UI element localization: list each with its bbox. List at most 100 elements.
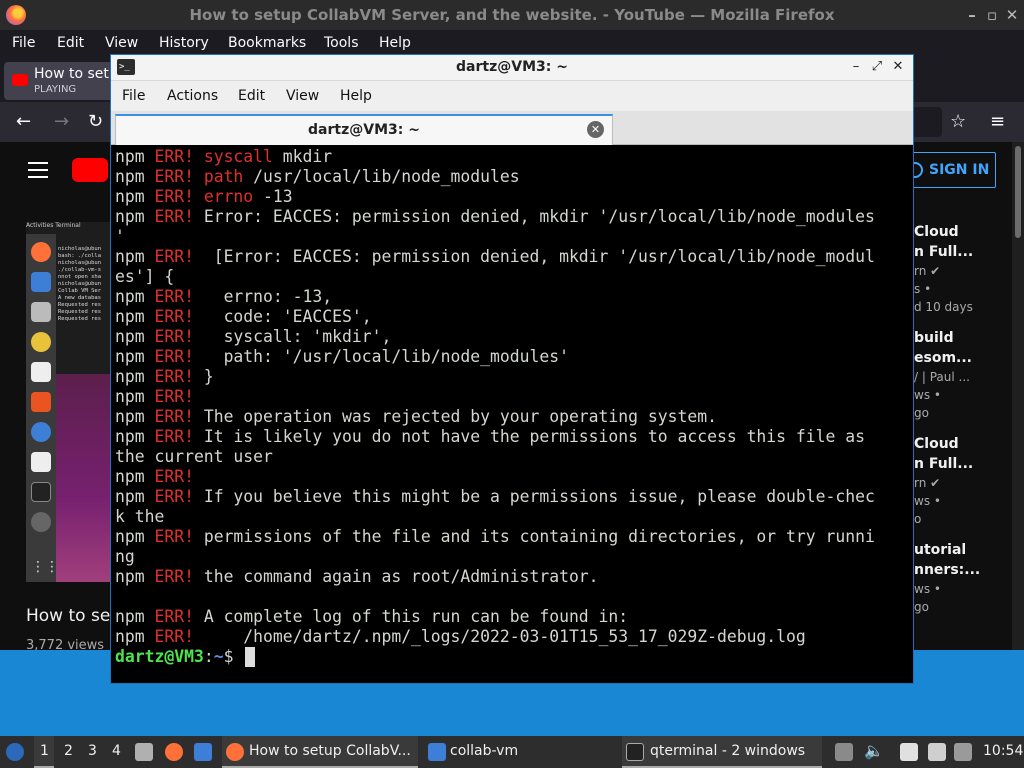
qterminal-tabbar: dartz@VM3: ~ ✕ — [111, 111, 913, 145]
terminal-line: npm ERR! code: 'EACCES', — [115, 307, 372, 326]
scrollbar-thumb[interactable] — [1015, 146, 1021, 238]
terminal-line: npm ERR! — [115, 387, 194, 406]
terminal-icon — [31, 482, 51, 502]
terminal-line: npm ERR! the command again as root/Admin… — [115, 567, 599, 586]
minimize-icon[interactable]: – — [962, 5, 982, 25]
recommended-video[interactable]: Cloud n Full... rn ✔ s • d 10 days — [914, 222, 973, 316]
tab-title: How to setu — [34, 66, 118, 82]
recommended-video[interactable]: Cloud n Full... rn ✔ ws • o — [914, 434, 973, 528]
workspace-2[interactable]: 2 — [64, 743, 73, 759]
updates-icon[interactable] — [954, 743, 972, 761]
forward-icon[interactable]: → — [54, 111, 69, 132]
terminal-line: npm ERR! If you believe this might be a … — [115, 487, 875, 506]
player-ubuntu-dock: ⋮⋮ — [26, 234, 59, 582]
sign-in-button[interactable]: SIGN IN — [900, 152, 996, 188]
file-manager-icon[interactable] — [135, 743, 153, 761]
clipboard-icon[interactable] — [835, 743, 853, 761]
firefox-launcher-icon[interactable] — [165, 743, 183, 761]
terminal-line: ' — [115, 227, 125, 246]
maximize-icon[interactable]: ▫ — [982, 5, 1002, 25]
workspace-4[interactable]: 4 — [112, 743, 121, 759]
firefox-icon — [31, 242, 51, 262]
qterminal-menubar: File Actions Edit View Help — [111, 81, 913, 111]
terminal-line: k the — [115, 507, 165, 526]
writer-icon — [31, 362, 51, 382]
terminal-line: npm ERR! syscall mkdir — [115, 147, 333, 166]
volume-icon[interactable]: 🔈 — [864, 741, 884, 760]
terminal-line: ng — [115, 547, 135, 566]
terminal-line: the current user — [115, 447, 273, 466]
player-wallpaper — [56, 374, 112, 582]
qterminal-window: >_ dartz@VM3: ~ – ⤢ ✕ File Actions Edit … — [110, 54, 914, 684]
close-icon[interactable]: ✕ — [1002, 5, 1022, 25]
recommended-video[interactable]: build esom... / | Paul ... ws • go — [914, 328, 972, 422]
menu-help[interactable]: Help — [379, 35, 411, 51]
terminal-line: npm ERR! errno: -13, — [115, 287, 333, 306]
menu-bookmarks[interactable]: Bookmarks — [228, 35, 306, 51]
tab-playing-status: PLAYING — [34, 84, 77, 95]
terminal-line: npm ERR! path: '/usr/local/lib/node_modu… — [115, 347, 569, 366]
workspace-3[interactable]: 3 — [88, 743, 97, 759]
menu-edit[interactable]: Edit — [238, 88, 265, 104]
start-menu-icon[interactable] — [6, 743, 24, 761]
task-firefox[interactable]: How to setup CollabV... — [222, 736, 418, 768]
page-scrollbar[interactable] — [1012, 142, 1024, 650]
menu-file[interactable]: File — [122, 88, 145, 104]
clock[interactable]: 10:54 — [983, 743, 1023, 759]
url-bar[interactable] — [912, 107, 942, 137]
close-tab-icon[interactable]: ✕ — [587, 121, 604, 138]
maximize-icon[interactable]: ⤢ — [868, 58, 886, 76]
menu-view[interactable]: View — [286, 88, 319, 104]
folder-icon — [428, 743, 446, 761]
shell-prompt: dartz@VM3:~$ — [115, 647, 244, 666]
menu-history[interactable]: History — [159, 35, 209, 51]
terminal-line: npm ERR! } — [115, 367, 214, 386]
youtube-logo-icon[interactable] — [72, 158, 108, 182]
network-icon[interactable] — [928, 743, 946, 761]
terminal-icon — [626, 743, 644, 761]
terminal-output[interactable]: npm ERR! syscall mkdir npm ERR! path /usr… — [111, 145, 913, 683]
menu-help[interactable]: Help — [340, 88, 372, 104]
notes-icon[interactable] — [900, 743, 918, 761]
menu-edit[interactable]: Edit — [57, 35, 84, 51]
terminal-line: npm ERR! Error: EACCES: permission denie… — [115, 207, 875, 226]
reload-icon[interactable]: ↻ — [88, 111, 103, 132]
workspace-1[interactable]: 1 — [34, 736, 54, 768]
amazon-icon — [31, 452, 51, 472]
show-desktop-icon[interactable] — [194, 743, 212, 761]
taskbar: 1 2 3 4 How to setup CollabV... collab-v… — [0, 736, 1024, 768]
hamburger-menu-icon[interactable]: ≡ — [990, 111, 1005, 132]
menu-tools[interactable]: Tools — [324, 35, 359, 51]
menu-view[interactable]: View — [105, 35, 138, 51]
mail-icon — [31, 272, 51, 292]
task-collab-vm[interactable]: collab-vm — [422, 736, 618, 768]
updater-icon — [31, 512, 51, 532]
task-qterminal[interactable]: qterminal - 2 windows — [622, 736, 822, 768]
terminal-line: npm ERR! — [115, 467, 194, 486]
player-ubuntu-topbar: Activities Terminal — [26, 222, 112, 234]
menu-file[interactable]: File — [12, 35, 35, 51]
menu-actions[interactable]: Actions — [167, 88, 218, 104]
firefox-icon — [226, 743, 244, 761]
qterminal-titlebar[interactable]: >_ dartz@VM3: ~ – ⤢ ✕ — [111, 55, 913, 81]
terminal-line: npm ERR! errno -13 — [115, 187, 293, 206]
recommended-video[interactable]: utorial nners:... ws • go — [914, 540, 980, 616]
terminal-line: npm ERR! The operation was rejected by y… — [115, 407, 717, 426]
youtube-menu-icon[interactable] — [28, 162, 48, 178]
terminal-line: npm ERR! [Error: EACCES: permission deni… — [115, 247, 875, 266]
player-terminal: nicholas@ubun bash: ./colla nicholas@ubu… — [56, 234, 112, 374]
terminal-line: npm ERR! syscall: 'mkdir', — [115, 327, 392, 346]
music-icon — [31, 332, 51, 352]
close-icon[interactable]: ✕ — [889, 58, 907, 76]
help-icon — [31, 422, 51, 442]
back-icon[interactable]: ← — [16, 111, 31, 132]
terminal-line: es'] { — [115, 267, 175, 286]
video-player[interactable]: Activities Terminal ⋮⋮ nicholas@ubun bas… — [26, 222, 112, 582]
terminal-tab[interactable]: dartz@VM3: ~ ✕ — [115, 114, 613, 145]
bookmark-star-icon[interactable]: ☆ — [950, 111, 966, 132]
apps-grid-icon: ⋮⋮ — [31, 559, 59, 575]
qterminal-window-title: dartz@VM3: ~ — [456, 59, 568, 75]
minimize-icon[interactable]: – — [847, 58, 865, 76]
terminal-line: npm ERR! path /usr/local/lib/node_module… — [115, 167, 520, 186]
terminal-cursor — [245, 647, 255, 667]
